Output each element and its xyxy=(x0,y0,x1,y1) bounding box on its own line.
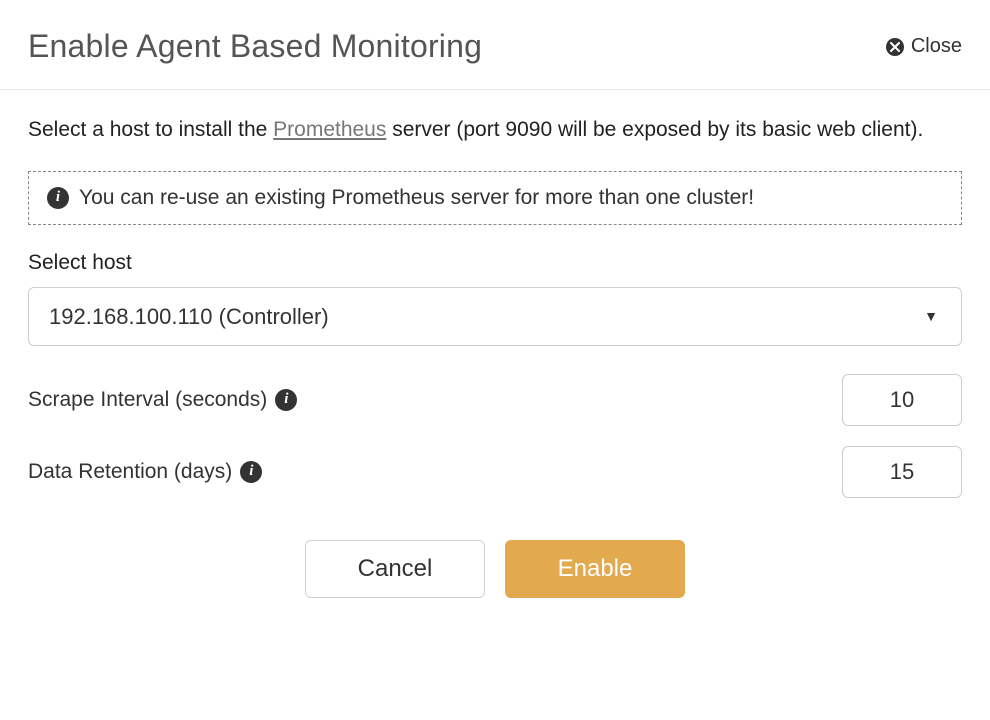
data-retention-input[interactable] xyxy=(842,446,962,498)
info-text: You can re-use an existing Prometheus se… xyxy=(79,186,754,210)
scrape-interval-input[interactable] xyxy=(842,374,962,426)
scrape-interval-label: Scrape Interval (seconds) xyxy=(28,388,267,412)
data-retention-label: Data Retention (days) xyxy=(28,460,232,484)
instruction-pre: Select a host to install the xyxy=(28,118,273,141)
select-host-label: Select host xyxy=(28,251,962,275)
modal-header: Enable Agent Based Monitoring Close xyxy=(0,0,990,90)
close-button[interactable]: Close xyxy=(886,35,962,58)
select-host-field: Select host 192.168.100.110 (Controller)… xyxy=(28,251,962,346)
info-icon[interactable]: i xyxy=(240,461,262,483)
modal-body: Select a host to install the Prometheus … xyxy=(0,90,990,630)
cancel-button[interactable]: Cancel xyxy=(305,540,485,598)
close-label: Close xyxy=(911,35,962,58)
data-retention-field: Data Retention (days) i xyxy=(28,446,962,498)
instruction-post: server (port 9090 will be exposed by its… xyxy=(386,118,923,141)
instruction-text: Select a host to install the Prometheus … xyxy=(28,114,962,147)
info-icon: i xyxy=(47,187,69,209)
info-icon[interactable]: i xyxy=(275,389,297,411)
info-box: i You can re-use an existing Prometheus … xyxy=(28,171,962,225)
scrape-interval-field: Scrape Interval (seconds) i xyxy=(28,374,962,426)
prometheus-link[interactable]: Prometheus xyxy=(273,118,386,141)
modal-title: Enable Agent Based Monitoring xyxy=(28,28,482,65)
data-retention-label-wrap: Data Retention (days) i xyxy=(28,460,262,484)
select-host-input[interactable]: 192.168.100.110 (Controller) xyxy=(28,287,962,346)
scrape-interval-label-wrap: Scrape Interval (seconds) i xyxy=(28,388,297,412)
enable-button[interactable]: Enable xyxy=(505,540,685,598)
modal-enable-agent-monitoring: Enable Agent Based Monitoring Close Sele… xyxy=(0,0,990,630)
action-buttons: Cancel Enable xyxy=(28,540,962,598)
close-icon xyxy=(886,38,904,56)
select-host-wrap: 192.168.100.110 (Controller) ▼ xyxy=(28,287,962,346)
